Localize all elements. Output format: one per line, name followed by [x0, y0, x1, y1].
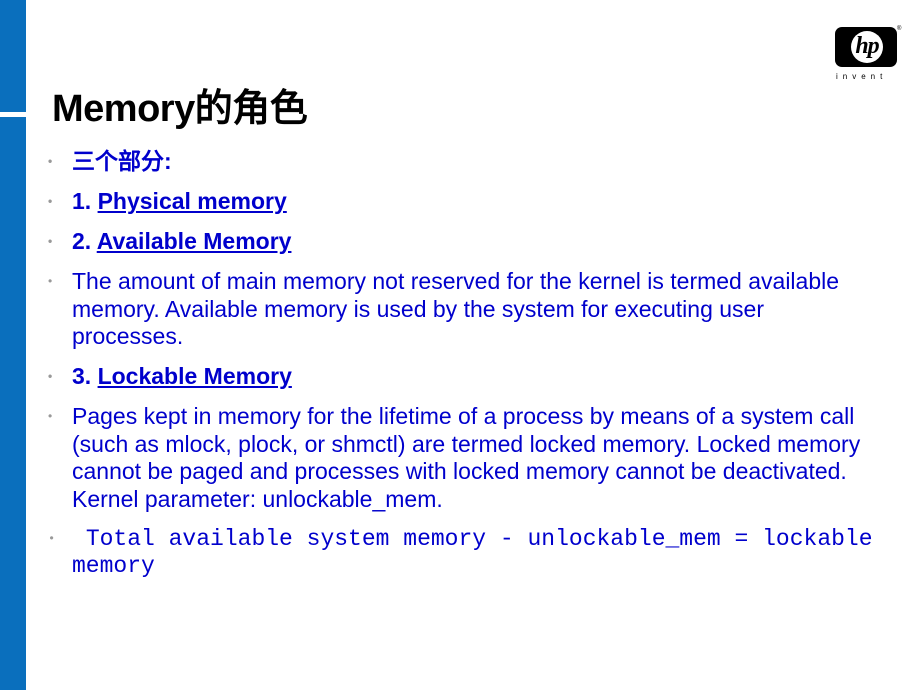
bullet-item: • 1. Physical memory [48, 188, 878, 216]
slide-title: Memory的角色 [52, 88, 308, 130]
bullet-item: • 2. Available Memory [48, 228, 878, 256]
bullet-icon: • [48, 369, 53, 383]
bullet-heading: 三个部分: [72, 148, 172, 174]
hp-logo: hp [835, 27, 897, 67]
bullet-icon: • [48, 531, 56, 546]
side-accent-bar-bottom [0, 117, 26, 690]
bullet-icon: • [48, 194, 53, 208]
bullet-item: • Total available system memory - unlock… [48, 526, 878, 581]
bullet-item: • Pages kept in memory for the lifetime … [48, 403, 878, 513]
bullet-number: 1. [72, 188, 98, 214]
bullet-icon: • [48, 234, 53, 248]
available-memory-link[interactable]: Available Memory [97, 228, 292, 254]
bullet-icon: • [48, 409, 53, 423]
bullet-item: • The amount of main memory not reserved… [48, 268, 878, 351]
hp-tagline: invent [836, 72, 888, 81]
bullet-number: 2. [72, 228, 97, 254]
bullet-item: • 3. Lockable Memory [48, 363, 878, 391]
side-accent-bar-top [0, 0, 26, 112]
lockable-memory-link[interactable]: Lockable Memory [98, 363, 292, 389]
lockable-memory-description: Pages kept in memory for the lifetime of… [72, 403, 861, 512]
registered-mark: ® [897, 26, 902, 32]
available-memory-description: The amount of main memory not reserved f… [72, 268, 840, 349]
hp-logo-text: hp [855, 33, 879, 59]
bullet-icon: • [48, 274, 53, 288]
bullet-item: • 三个部分: [48, 148, 878, 176]
physical-memory-link[interactable]: Physical memory [98, 188, 287, 214]
bullet-number: 3. [72, 363, 98, 389]
bullet-icon: • [48, 154, 53, 168]
bullet-list: • 三个部分: • 1. Physical memory • 2. Availa… [48, 148, 878, 593]
lockable-memory-formula: Total available system memory - unlockab… [72, 525, 887, 580]
